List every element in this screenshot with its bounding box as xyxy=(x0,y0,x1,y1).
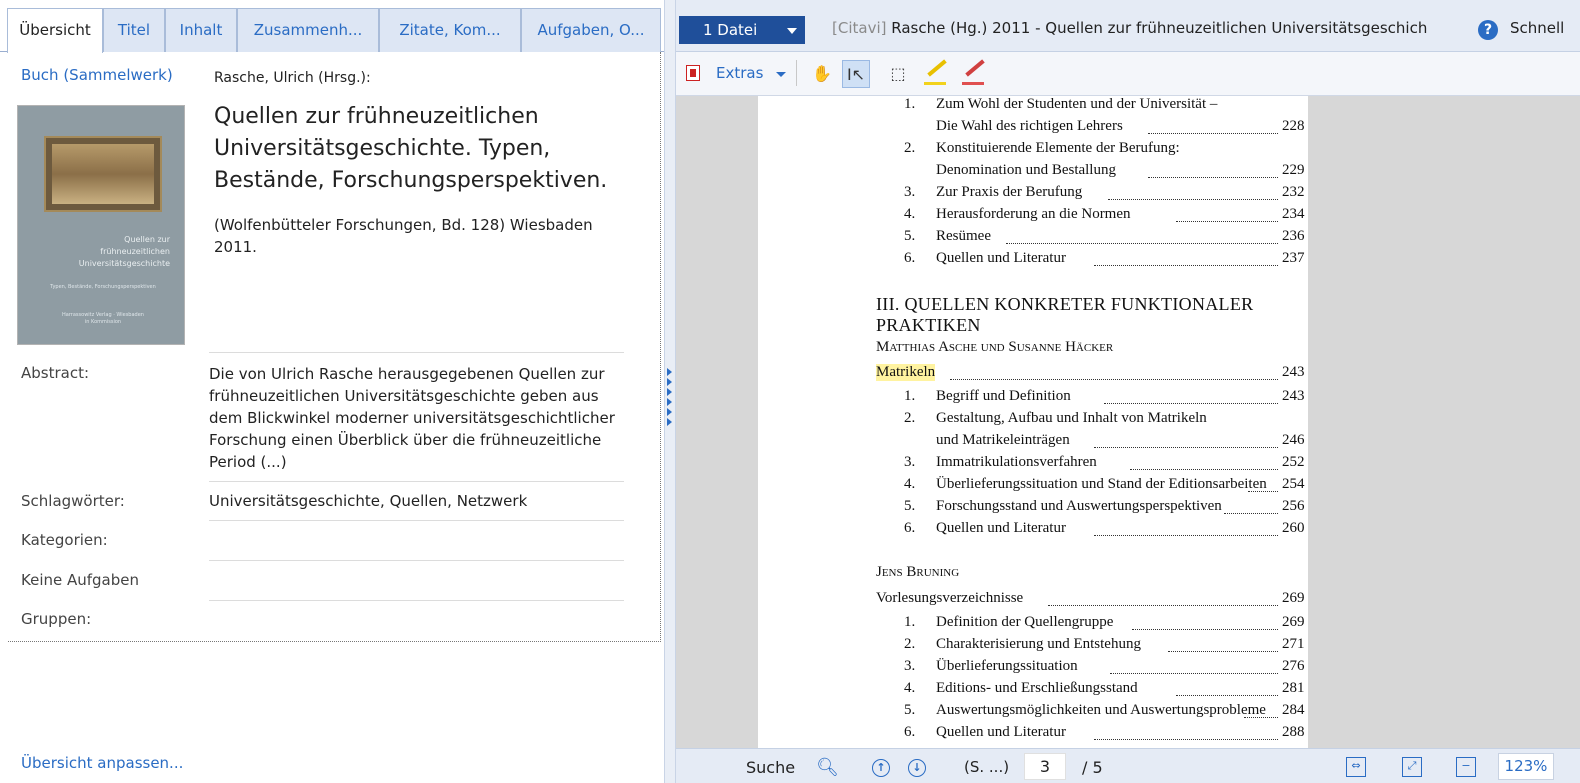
toc-entry: 5. Forschungsstand und Auswertungsperspe… xyxy=(904,498,1305,514)
toc-entry: 1. Zum Wohl der Studenten und der Univer… xyxy=(904,96,1218,112)
help-icon[interactable]: ? xyxy=(1478,20,1498,40)
page-number-input[interactable]: 3 xyxy=(1024,753,1066,780)
fit-page-icon[interactable]: ⤢ xyxy=(1402,757,1422,777)
toc-entry: 5. Resümee 236 xyxy=(904,228,1305,244)
toc-entry: 6. Quellen und Literatur 288 xyxy=(904,724,1305,740)
keywords-value[interactable]: Universitätsgeschichte, Quellen, Netzwer… xyxy=(209,492,527,510)
abstract-value[interactable]: Die von Ulrich Rasche herausgegebenen Qu… xyxy=(209,363,629,473)
toc-entry: 2. Gestaltung, Aufbau und Inhalt von Mat… xyxy=(904,410,1207,426)
groups-label: Gruppen: xyxy=(21,610,92,628)
pdf-icon[interactable] xyxy=(686,65,700,81)
section-heading: III. QUELLEN KONKRETER FUNKTIONALER PRAK… xyxy=(876,294,1254,335)
cover-artwork xyxy=(44,136,162,212)
area-select-tool-icon[interactable]: ⬚ xyxy=(884,60,912,88)
divider xyxy=(209,352,624,353)
tab-quotations[interactable]: Zitate, Kom... xyxy=(379,8,521,52)
viewer-statusbar: Suche 🔍︎ ↑ ↓ (S. ...) 3 / 5 ⇔ ⤢ − 123% xyxy=(676,748,1580,783)
customize-overview-link[interactable]: Übersicht anpassen... xyxy=(21,754,183,772)
extras-menu[interactable]: Extras xyxy=(716,64,763,82)
chevron-down-icon[interactable] xyxy=(776,72,786,77)
essay-authors: Jens Bruning xyxy=(876,564,960,580)
quick-help-link[interactable]: Schnell xyxy=(1510,19,1564,37)
categories-label: Kategorien: xyxy=(21,531,108,549)
essay-authors: Matthias Asche und Susanne Häcker xyxy=(876,339,1114,355)
toc-entry: Denomination und Bestallung 229 xyxy=(936,162,1305,178)
next-result-icon[interactable]: ↓ xyxy=(908,759,926,777)
divider xyxy=(209,520,624,521)
toc-entry: 3. Zur Praxis der Berufung 232 xyxy=(904,184,1305,200)
reference-author: Rasche, Ulrich (Hrsg.): xyxy=(214,70,371,86)
cover-subtitle: Typen, Bestände, Forschungsperspektiven xyxy=(50,284,156,290)
keywords-label: Schlagwörter: xyxy=(21,492,125,510)
toc-entry: 6. Quellen und Literatur 237 xyxy=(904,250,1305,266)
tab-overview[interactable]: Übersicht xyxy=(7,8,103,53)
toc-entry: 1. Begriff und Definition 243 xyxy=(904,388,1305,404)
toc-entry: 4. Herausforderung an die Normen 234 xyxy=(904,206,1305,222)
zoom-out-icon[interactable]: − xyxy=(1456,757,1476,777)
toc-entry: 4. Überlieferungssituation und Stand der… xyxy=(904,476,1305,492)
pdf-page[interactable]: 1. Zum Wohl der Studenten und der Univer… xyxy=(758,96,1308,748)
page-label: (S. ...) xyxy=(964,758,1010,776)
cover-title: Quellen zur frühneuzeitlichen Universitä… xyxy=(78,235,170,268)
tab-content[interactable]: Inhalt xyxy=(165,8,237,52)
zoom-level[interactable]: 123% xyxy=(1498,753,1554,780)
toc-entry: 6. Quellen und Literatur 260 xyxy=(904,520,1305,536)
search-label: Suche xyxy=(746,758,796,777)
tasks-label: Keine Aufgaben xyxy=(21,571,140,589)
fit-width-icon[interactable]: ⇔ xyxy=(1346,757,1366,777)
reference-type-link[interactable]: Buch (Sammelwerk) xyxy=(21,66,173,84)
file-selector-button[interactable]: 1 Datei xyxy=(679,16,805,44)
reference-overview-pane: Übersicht Titel Inhalt Zusammenh... Zita… xyxy=(0,0,664,783)
cover-publisher: Harrassowitz Verlag · Wiesbaden in Kommi… xyxy=(62,312,144,325)
page-total: / 5 xyxy=(1082,758,1103,777)
divider xyxy=(209,481,624,482)
tab-bar: Übersicht Titel Inhalt Zusammenh... Zita… xyxy=(0,0,664,53)
reference-series: (Wolfenbütteler Forschungen, Bd. 128) Wi… xyxy=(214,216,593,256)
book-cover-image: Quellen zur frühneuzeitlichen Universitä… xyxy=(17,105,185,345)
hand-tool-icon[interactable]: ✋ xyxy=(808,60,836,88)
text-select-tool-icon[interactable]: I↖ xyxy=(842,60,870,88)
divider xyxy=(209,600,624,601)
toc-entry: 2. Charakterisierung und Entstehung 271 xyxy=(904,636,1305,652)
chevron-down-icon xyxy=(787,28,797,34)
pane-splitter[interactable] xyxy=(664,0,676,783)
reference-title: Quellen zur frühneuzeitlichen Universitä… xyxy=(214,104,608,193)
essay-title-entry: Vorlesungsverzeichnisse 269 xyxy=(876,590,1305,606)
toc-entry: 3. Immatrikulationsverfahren 252 xyxy=(904,454,1305,470)
toc-entry: 2. Konstituierende Elemente der Berufung… xyxy=(904,140,1180,156)
toc-entry: und Matrikeleinträgen 246 xyxy=(936,432,1305,448)
toc-entry: 4. Editions- und Erschließungsstand 281 xyxy=(904,680,1305,696)
document-title: [Citavi] Rasche (Hg.) 2011 - Quellen zur… xyxy=(832,19,1428,37)
tab-context[interactable]: Zusammenh... xyxy=(237,8,379,52)
previous-result-icon[interactable]: ↑ xyxy=(872,759,890,777)
toc-entry: 1. Definition der Quellengruppe 269 xyxy=(904,614,1305,630)
tab-tasks[interactable]: Aufgaben, O... xyxy=(521,8,661,52)
toc-entry: Die Wahl des richtigen Lehrers 228 xyxy=(936,118,1305,134)
abstract-label: Abstract: xyxy=(21,364,90,382)
essay-title-entry: Matrikeln 243 xyxy=(876,364,1305,381)
viewer-toolbar: Extras ✋ I↖ ⬚ xyxy=(676,52,1580,96)
search-icon[interactable]: 🔍︎ xyxy=(816,757,839,778)
toc-entry: 3. Überlieferungssituation 276 xyxy=(904,658,1305,674)
toolbar-separator xyxy=(796,60,797,86)
viewer-header: 1 Datei [Citavi] Rasche (Hg.) 2011 - Que… xyxy=(676,0,1580,52)
toc-entry: 5. Auswertungsmöglichkeiten und Auswertu… xyxy=(904,702,1305,718)
pdf-viewer-pane: 1 Datei [Citavi] Rasche (Hg.) 2011 - Que… xyxy=(676,0,1580,783)
divider xyxy=(209,560,624,561)
tab-title[interactable]: Titel xyxy=(103,8,165,52)
